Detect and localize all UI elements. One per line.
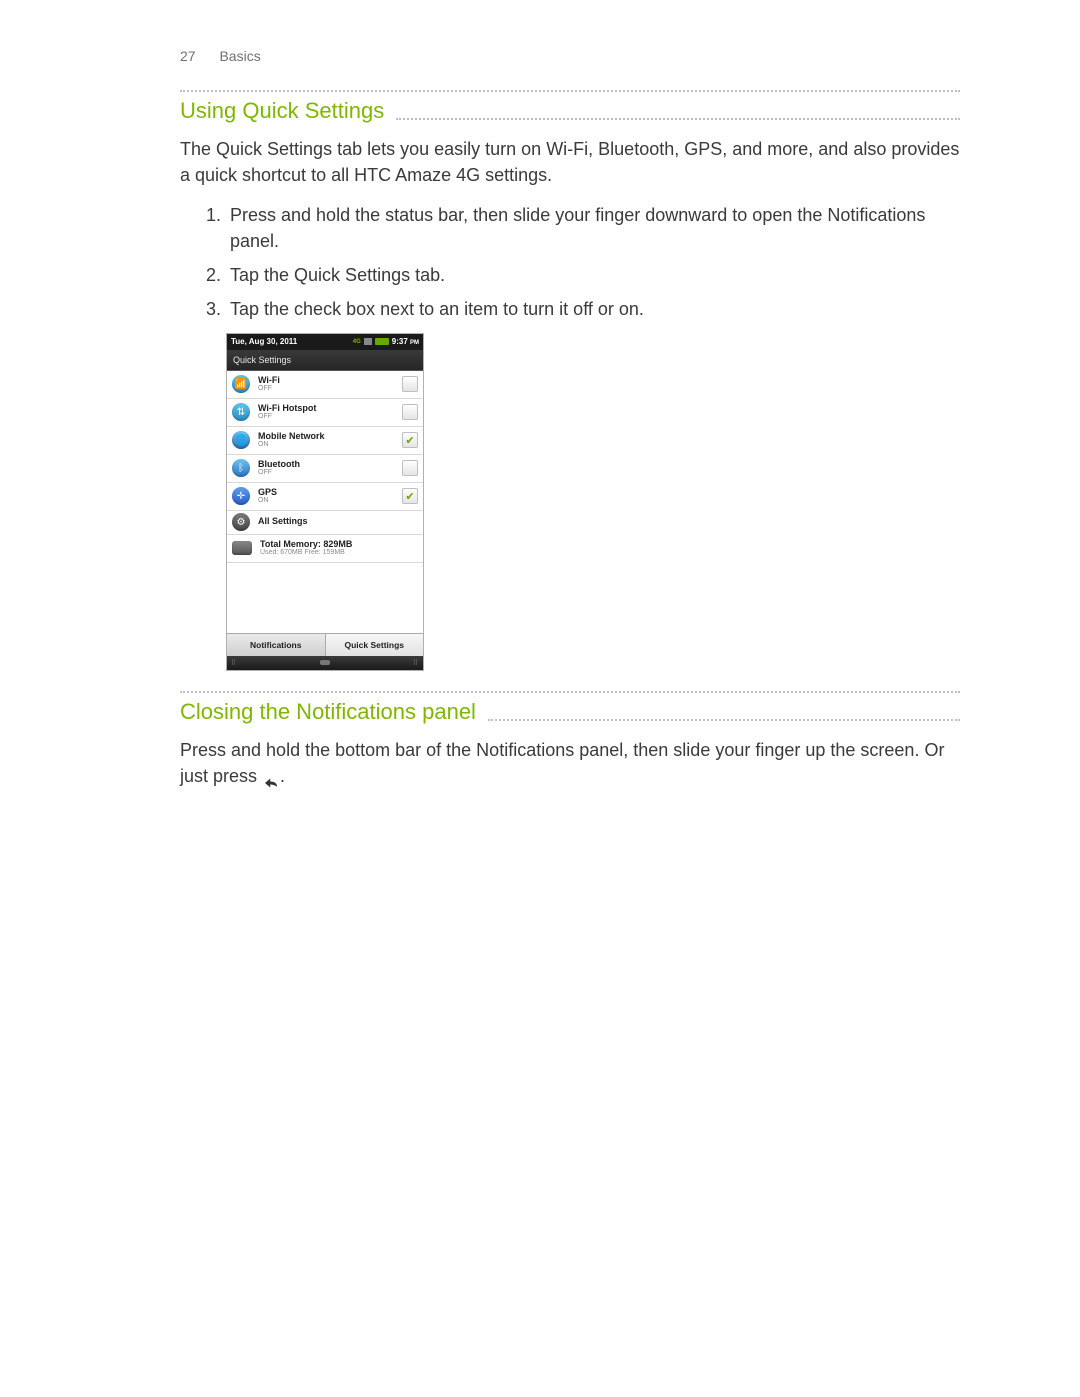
quick-settings-list: 📶 Wi-Fi OFF ⇅ Wi-Fi Hotspot OFF 🌐 Mobil: [227, 371, 423, 563]
checkbox[interactable]: [402, 376, 418, 392]
divider: [488, 703, 960, 721]
page-header: 27 Basics: [180, 48, 960, 64]
section-heading-wrap: Closing the Notifications panel: [180, 691, 960, 727]
tab-quick-settings[interactable]: Quick Settings: [326, 634, 424, 656]
tab-bar: Notifications Quick Settings: [227, 633, 423, 656]
qs-row-wifi: 📶 Wi-Fi OFF: [227, 371, 423, 399]
tab-notifications[interactable]: Notifications: [227, 634, 326, 656]
qs-state: ON: [258, 441, 402, 448]
qs-row-bluetooth: ᛒ Bluetooth OFF: [227, 455, 423, 483]
phone-screenshot: Tue, Aug 30, 2011 4G 9:37 PM Quick Setti…: [226, 333, 424, 671]
statusbar-date: Tue, Aug 30, 2011: [231, 337, 297, 346]
page-section: Basics: [219, 48, 260, 64]
hotspot-icon: ⇅: [232, 403, 250, 421]
qs-row-mobile: 🌐 Mobile Network ON ✔: [227, 427, 423, 455]
wifi-icon: 📶: [232, 375, 250, 393]
qs-label: Bluetooth: [258, 460, 402, 469]
back-icon: [262, 771, 280, 785]
qs-label: All Settings: [258, 517, 418, 526]
qs-state: OFF: [258, 385, 402, 392]
closing-paragraph: Press and hold the bottom bar of the Not…: [180, 737, 960, 789]
handle-icon: [320, 660, 330, 665]
signal-icon: [364, 338, 372, 345]
gps-icon: ✛: [232, 487, 250, 505]
step-item: Press and hold the status bar, then slid…: [226, 202, 960, 254]
qs-row-gps: ✛ GPS ON ✔: [227, 483, 423, 511]
status-bar: Tue, Aug 30, 2011 4G 9:37 PM: [227, 334, 423, 350]
steps-list: Press and hold the status bar, then slid…: [180, 202, 960, 322]
closing-text-post: .: [280, 766, 285, 786]
qs-row-allsettings: ⚙ All Settings: [227, 511, 423, 535]
checkbox[interactable]: [402, 404, 418, 420]
gear-icon: ⚙: [232, 513, 250, 531]
phone-empty-area: [227, 563, 423, 633]
intro-paragraph: The Quick Settings tab lets you easily t…: [180, 136, 960, 188]
step-item: Tap the Quick Settings tab.: [226, 262, 960, 288]
step-item: Tap the check box next to an item to tur…: [226, 296, 960, 322]
document-page: 27 Basics Using Quick Settings The Quick…: [0, 0, 1080, 1397]
panel-title: Quick Settings: [227, 350, 423, 371]
checkbox[interactable]: ✔: [402, 488, 418, 504]
checkbox[interactable]: [402, 460, 418, 476]
qs-state: OFF: [258, 413, 402, 420]
page-number: 27: [180, 48, 196, 64]
globe-icon: 🌐: [232, 431, 250, 449]
memory-icon: [232, 541, 252, 555]
qs-state: ON: [258, 497, 402, 504]
grip-icon: ⠿: [413, 659, 419, 667]
qs-row-hotspot: ⇅ Wi-Fi Hotspot OFF: [227, 399, 423, 427]
memory-total: Total Memory: 829MB: [260, 540, 418, 549]
grip-icon: ⠿: [231, 659, 237, 667]
qs-label: Wi-Fi: [258, 376, 402, 385]
divider: [396, 102, 960, 120]
closing-text-pre: Press and hold the bottom bar of the Not…: [180, 740, 944, 786]
qs-label: Wi-Fi Hotspot: [258, 404, 402, 413]
battery-icon: [375, 338, 389, 345]
phone-bottom-bar: ⠿ ⠿: [227, 656, 423, 670]
qs-label: GPS: [258, 488, 402, 497]
statusbar-time: 9:37 PM: [392, 337, 419, 346]
section-heading: Closing the Notifications panel: [180, 699, 488, 725]
network-icon: 4G: [353, 339, 361, 345]
bluetooth-icon: ᛒ: [232, 459, 250, 477]
checkbox[interactable]: ✔: [402, 432, 418, 448]
section-heading: Using Quick Settings: [180, 98, 396, 124]
qs-row-memory: Total Memory: 829MB Used: 670MB Free: 15…: [227, 535, 423, 563]
memory-detail: Used: 670MB Free: 159MB: [260, 549, 418, 556]
section-heading-wrap: Using Quick Settings: [180, 90, 960, 126]
qs-state: OFF: [258, 469, 402, 476]
qs-label: Mobile Network: [258, 432, 402, 441]
